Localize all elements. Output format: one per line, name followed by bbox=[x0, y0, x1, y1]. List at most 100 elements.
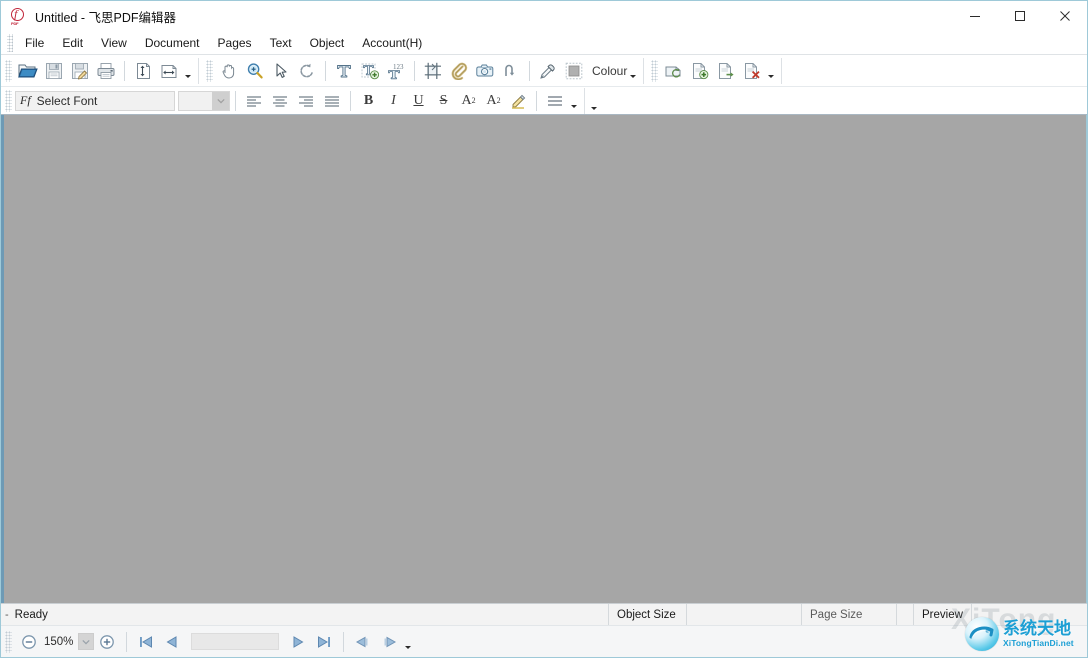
eyedropper-button[interactable] bbox=[535, 58, 561, 84]
align-left-button[interactable] bbox=[241, 88, 267, 114]
underline-button[interactable]: U bbox=[406, 90, 431, 112]
page-fit-dropdown-arrow[interactable] bbox=[182, 59, 194, 83]
zoom-level-dropdown-arrow[interactable] bbox=[78, 633, 94, 650]
toolbar-panel-separator-2 bbox=[643, 58, 644, 84]
page-number-input[interactable] bbox=[191, 633, 279, 650]
toolbar-grip-handle[interactable] bbox=[5, 60, 12, 82]
save-button[interactable] bbox=[41, 58, 67, 84]
print-button[interactable] bbox=[93, 58, 119, 84]
align-justify-button[interactable] bbox=[319, 88, 345, 114]
svg-text:123: 123 bbox=[393, 63, 404, 71]
navbar-grip-handle[interactable] bbox=[5, 631, 12, 653]
object-size-label: Object Size bbox=[609, 604, 687, 625]
extract-page-button[interactable] bbox=[713, 58, 739, 84]
preview-label[interactable]: Preview bbox=[913, 604, 972, 625]
menu-item-edit[interactable]: Edit bbox=[53, 33, 92, 53]
last-page-button[interactable] bbox=[311, 630, 337, 654]
link-button[interactable] bbox=[498, 58, 524, 84]
colour-swatch-button[interactable] bbox=[561, 58, 587, 84]
minimize-button[interactable] bbox=[952, 1, 997, 31]
image-button[interactable] bbox=[472, 58, 498, 84]
format-separator-3 bbox=[536, 91, 537, 111]
add-text-box-button[interactable] bbox=[357, 58, 383, 84]
font-size-value bbox=[179, 92, 212, 110]
chevron-down-icon bbox=[630, 75, 636, 78]
colour-dropdown-arrow[interactable] bbox=[627, 59, 639, 83]
maximize-button[interactable] bbox=[997, 1, 1042, 31]
chevron-down-icon bbox=[571, 105, 577, 108]
previous-page-button[interactable] bbox=[159, 630, 185, 654]
format-toolbar-grip-handle[interactable] bbox=[5, 90, 12, 112]
menu-item-document[interactable]: Document bbox=[136, 33, 209, 53]
line-spacing-dropdown-arrow[interactable] bbox=[568, 89, 580, 113]
cursor-arrow-icon bbox=[272, 62, 290, 80]
text-order-button[interactable]: 123 bbox=[383, 58, 409, 84]
document-empty-workspace bbox=[4, 115, 1086, 603]
font-size-dropdown-arrow[interactable] bbox=[212, 92, 229, 110]
save-as-button[interactable] bbox=[67, 58, 93, 84]
strikethrough-button[interactable]: S bbox=[431, 90, 456, 112]
zoom-out-button[interactable] bbox=[16, 630, 42, 654]
floppy-disk-pencil-icon bbox=[71, 62, 89, 80]
main-toolbar: 123 bbox=[1, 55, 1087, 87]
superscript-button[interactable]: A2 bbox=[456, 90, 481, 112]
maximize-icon bbox=[1014, 10, 1026, 22]
bold-button[interactable]: B bbox=[356, 90, 381, 112]
crop-icon bbox=[424, 62, 442, 80]
menu-item-pages[interactable]: Pages bbox=[209, 33, 261, 53]
first-page-button[interactable] bbox=[133, 630, 159, 654]
zoom-tool-button[interactable] bbox=[242, 58, 268, 84]
next-page-button[interactable] bbox=[285, 630, 311, 654]
format-toolbar-overflow-button[interactable] bbox=[588, 89, 600, 113]
menu-item-object[interactable]: Object bbox=[301, 33, 354, 53]
line-spacing-button[interactable] bbox=[542, 88, 568, 114]
page-rotate-button[interactable] bbox=[661, 58, 687, 84]
next-view-button[interactable] bbox=[376, 630, 402, 654]
align-center-button[interactable] bbox=[267, 88, 293, 114]
rotate-button[interactable] bbox=[294, 58, 320, 84]
font-size-select[interactable] bbox=[178, 91, 230, 111]
open-file-button[interactable] bbox=[15, 58, 41, 84]
page-size-value bbox=[897, 604, 913, 625]
add-text-button[interactable] bbox=[331, 58, 357, 84]
highlight-button[interactable] bbox=[506, 90, 531, 112]
navbar-overflow-arrow[interactable] bbox=[402, 630, 414, 654]
toolbar-separator bbox=[124, 61, 125, 81]
align-right-button[interactable] bbox=[293, 88, 319, 114]
previous-view-button[interactable] bbox=[350, 630, 376, 654]
chevron-down-icon bbox=[82, 639, 90, 645]
menu-item-file[interactable]: File bbox=[16, 33, 53, 53]
align-justify-icon bbox=[324, 94, 340, 108]
italic-button[interactable]: I bbox=[381, 90, 406, 112]
colour-swatch-icon bbox=[565, 62, 583, 80]
colour-label: Colour bbox=[592, 64, 627, 78]
select-tool-button[interactable] bbox=[268, 58, 294, 84]
close-button[interactable] bbox=[1042, 1, 1087, 31]
subscript-button[interactable]: A2 bbox=[481, 90, 506, 112]
toolbar-panel-separator bbox=[198, 58, 199, 84]
menu-item-view[interactable]: View bbox=[92, 33, 136, 53]
zoom-level-value[interactable]: 150% bbox=[42, 636, 78, 648]
hand-tool-button[interactable] bbox=[216, 58, 242, 84]
delete-page-button[interactable] bbox=[739, 58, 765, 84]
insert-page-button[interactable] bbox=[687, 58, 713, 84]
attachment-button[interactable] bbox=[446, 58, 472, 84]
font-family-select[interactable]: Ff Select Font bbox=[15, 91, 175, 111]
fit-page-width-button[interactable] bbox=[156, 58, 182, 84]
document-canvas-area[interactable] bbox=[1, 115, 1087, 603]
text-order-icon: 123 bbox=[387, 62, 405, 80]
menu-grip-handle[interactable] bbox=[7, 34, 13, 52]
page-manage-dropdown-arrow[interactable] bbox=[765, 59, 777, 83]
toolbar-separator-4 bbox=[529, 61, 530, 81]
menu-item-text[interactable]: Text bbox=[261, 33, 301, 53]
zoom-in-button[interactable] bbox=[94, 630, 120, 654]
chevron-down-icon bbox=[217, 98, 225, 104]
window-controls bbox=[952, 1, 1087, 31]
menu-item-account[interactable]: Account(H) bbox=[353, 33, 431, 53]
page-fit-width-icon bbox=[160, 62, 178, 80]
crop-button[interactable] bbox=[420, 58, 446, 84]
toolbar-grip-handle-3[interactable] bbox=[651, 60, 658, 82]
toolbar-grip-handle-2[interactable] bbox=[206, 60, 213, 82]
fit-page-height-button[interactable] bbox=[130, 58, 156, 84]
page-extract-icon bbox=[717, 62, 735, 80]
